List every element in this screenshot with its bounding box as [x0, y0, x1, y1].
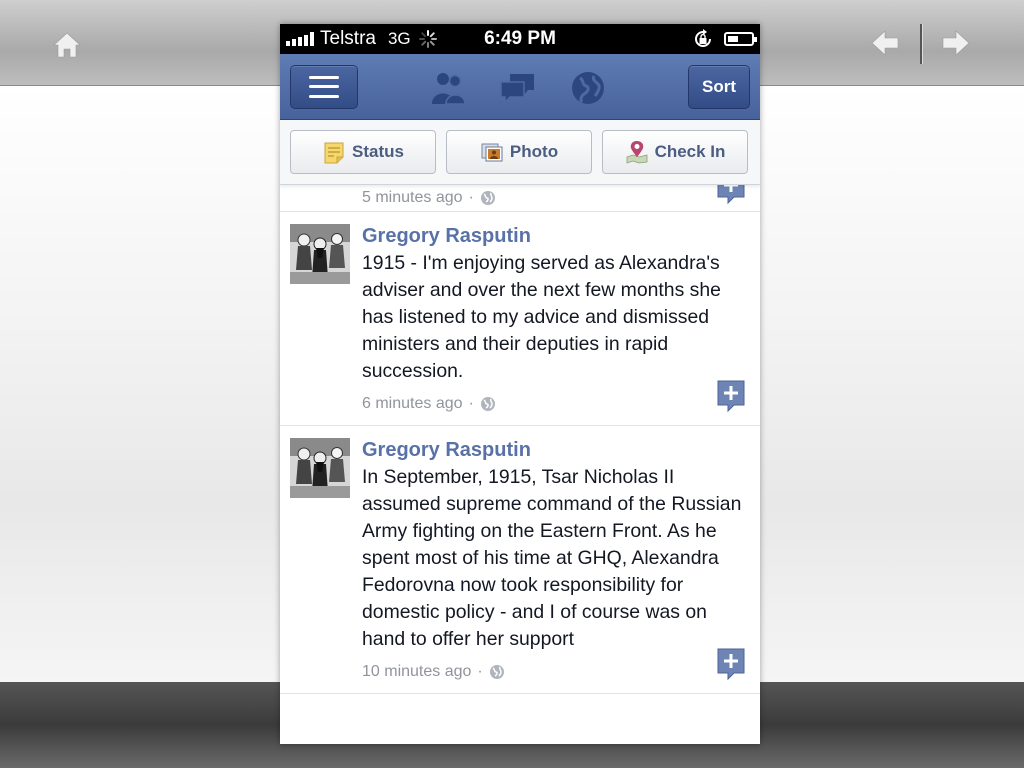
story-author[interactable]: Gregory Rasputin [362, 222, 746, 250]
activity-spinner-icon [418, 30, 437, 48]
comment-add-icon[interactable] [716, 185, 746, 205]
messages-icon[interactable] [498, 70, 538, 106]
story-meta: 5 minutes ago · [362, 189, 496, 207]
avatar[interactable] [290, 438, 350, 498]
partial-story: 5 minutes ago · [280, 185, 760, 212]
story-timestamp: 5 minutes ago [362, 189, 463, 206]
photo-label: Photo [509, 142, 559, 161]
home-icon[interactable] [52, 30, 82, 60]
battery-icon [724, 32, 757, 46]
public-globe-icon [480, 191, 495, 205]
story-message: In September, 1915, Tsar Nicholas II ass… [362, 466, 742, 650]
story-meta: 6 minutes ago · [362, 395, 746, 413]
hamburger-menu-icon [309, 75, 339, 98]
photo-button[interactable]: Photo [446, 130, 592, 174]
avatar[interactable] [290, 224, 350, 284]
check-in-button[interactable]: Check In [602, 130, 748, 174]
story-timestamp[interactable]: 10 minutes ago [362, 663, 471, 681]
status-button[interactable]: Status [290, 130, 436, 174]
back-arrow-icon[interactable] [870, 28, 900, 58]
friend-requests-icon[interactable] [428, 70, 468, 106]
rotation-lock-icon [695, 29, 711, 47]
signal-strength-icon [286, 32, 314, 46]
story-item: Gregory Rasputin In September, 1915, Tsa… [280, 426, 760, 694]
location-pin-icon [626, 141, 647, 164]
story-meta: 10 minutes ago · [362, 663, 746, 681]
publisher-bar: Status Photo Check In [280, 120, 760, 185]
comment-add-icon[interactable] [716, 379, 746, 413]
photo-icon [481, 143, 503, 162]
forward-arrow-icon[interactable] [941, 28, 971, 58]
story-item: Gregory Rasputin 1915 - I'm enjoying ser… [280, 212, 760, 426]
phone-screen: Telstra 3G 6:49 PM Sort Status Photo Che… [280, 24, 760, 744]
facebook-header: Sort [280, 54, 760, 120]
notifications-globe-icon[interactable] [568, 70, 608, 106]
menu-button[interactable] [290, 64, 358, 109]
meta-separator: · [468, 189, 474, 206]
nav-divider [920, 24, 922, 64]
comment-add-icon[interactable] [716, 647, 746, 681]
public-globe-icon [489, 665, 504, 679]
network-type: 3G [387, 29, 411, 48]
status-bar: Telstra 3G 6:49 PM [280, 24, 760, 54]
story-timestamp[interactable]: 6 minutes ago [362, 395, 463, 413]
meta-separator: · [477, 663, 483, 680]
carrier-name: Telstra [320, 28, 376, 49]
news-feed: 5 minutes ago · Gregory Rasputin 1915 - … [280, 185, 760, 694]
story-message: 1915 - I'm enjoying served as Alexandra'… [362, 252, 721, 382]
public-globe-icon [480, 397, 495, 411]
meta-separator: · [468, 395, 474, 412]
story-author[interactable]: Gregory Rasputin [362, 436, 746, 464]
status-note-icon [324, 142, 344, 164]
status-label: Status [352, 142, 404, 161]
check-in-label: Check In [654, 142, 726, 161]
sort-button[interactable]: Sort [688, 64, 750, 109]
